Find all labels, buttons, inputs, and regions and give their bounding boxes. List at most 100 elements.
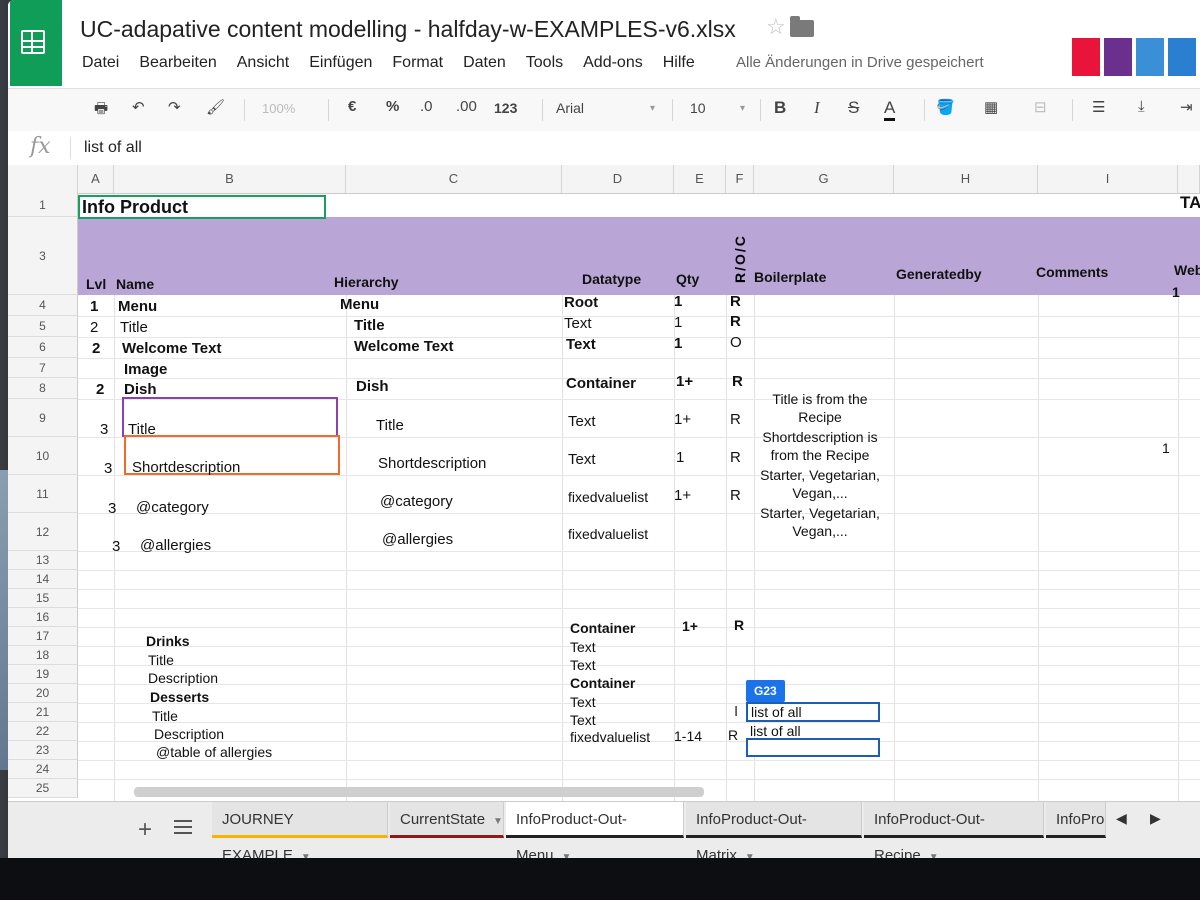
header-web[interactable]: Web — [1174, 262, 1200, 278]
column-header-i[interactable]: I — [1038, 165, 1178, 193]
cell-d19[interactable]: Container — [570, 675, 635, 691]
cell-g22[interactable]: list of all — [750, 723, 801, 739]
cell-d22[interactable]: fixedvaluelist — [570, 729, 650, 745]
cell-j4[interactable]: 1 — [1172, 284, 1180, 300]
cell-f6[interactable]: O — [730, 334, 742, 351]
cell-a8[interactable]: 2 — [96, 381, 104, 398]
row-header-20[interactable]: 20 — [8, 684, 78, 703]
row-header-22[interactable]: 22 — [8, 722, 78, 741]
undo-icon[interactable]: ↶ — [132, 98, 145, 116]
cell-a4[interactable]: 1 — [90, 298, 98, 315]
cell-d20[interactable]: Text — [570, 694, 596, 710]
row-header-1[interactable]: 1 — [8, 193, 78, 217]
borders-icon[interactable]: ▦ — [984, 98, 998, 116]
column-header-g[interactable]: G — [754, 165, 894, 193]
merge-cells-icon[interactable]: ⊟ — [1034, 98, 1047, 116]
scroll-tabs-right-icon[interactable]: ▶ — [1150, 810, 1161, 827]
cell-b10[interactable]: Shortdescription — [132, 459, 240, 476]
cell-d8[interactable]: Container — [566, 375, 636, 392]
menu-tools[interactable]: Tools — [526, 54, 563, 72]
sheet-tab-infoproduct-out-recipe[interactable]: InfoProduct-Out-Recipe ▼ — [864, 802, 1044, 858]
strikethrough-button[interactable]: S — [848, 98, 859, 118]
row-header-11[interactable]: 11 — [8, 475, 78, 513]
cell-c11[interactable]: @category — [380, 493, 453, 510]
cell-e8[interactable]: 1+ — [676, 373, 693, 390]
row-header-4[interactable]: 4 — [8, 295, 78, 316]
column-header-h[interactable]: H — [894, 165, 1038, 193]
cell-d5[interactable]: Text — [564, 315, 592, 332]
cell-a6[interactable]: 2 — [92, 340, 100, 357]
row-header-17[interactable]: 17 — [8, 627, 78, 646]
cell-j10[interactable]: 1 — [1162, 440, 1170, 456]
column-header-a[interactable]: A — [78, 165, 114, 193]
header-comments[interactable]: Comments — [1036, 264, 1108, 280]
paint-format-icon[interactable]: 🖌 — [206, 98, 225, 116]
header-lvl[interactable]: Lvl — [86, 276, 106, 292]
add-sheet-icon[interactable]: + — [138, 816, 152, 844]
cell-b5[interactable]: Title — [120, 319, 148, 336]
cell-b8[interactable]: Dish — [124, 381, 157, 398]
cell-e5[interactable]: 1 — [674, 314, 682, 331]
menu-addons[interactable]: Add-ons — [583, 54, 643, 72]
header-boilerplate[interactable]: Boilerplate — [754, 269, 826, 285]
cell-e11[interactable]: 1+ — [674, 487, 691, 504]
header-name[interactable]: Name — [116, 276, 154, 292]
cell-f9[interactable]: R — [730, 411, 741, 428]
header-datatype[interactable]: Datatype — [582, 271, 641, 287]
all-sheets-icon[interactable] — [174, 820, 192, 834]
cell-c6[interactable]: Welcome Text — [354, 338, 453, 355]
number-format-select[interactable]: 123 — [494, 100, 517, 116]
cell-c8[interactable]: Dish — [356, 378, 389, 395]
menu-format[interactable]: Format — [392, 54, 443, 72]
cell-d4[interactable]: Root — [564, 294, 598, 311]
cell-d11[interactable]: fixedvaluelist — [568, 489, 648, 505]
scroll-tabs-left-icon[interactable]: ◀ — [1116, 810, 1127, 827]
cell-f8[interactable]: R — [732, 373, 743, 390]
row-header-25[interactable]: 25 — [8, 779, 78, 798]
decrease-decimals-button[interactable]: .0 — [420, 98, 433, 115]
cell-a12[interactable]: 3 — [112, 538, 120, 555]
cell-f16[interactable]: R — [734, 617, 744, 633]
document-title[interactable]: UC-adapative content modelling - halfday… — [80, 16, 736, 43]
title-cell[interactable]: Info Product — [82, 197, 188, 218]
cell-b12[interactable]: @allergies — [140, 537, 211, 554]
formula-input[interactable]: list of all — [84, 139, 142, 157]
menu-view[interactable]: Ansicht — [237, 54, 289, 72]
bold-button[interactable]: B — [774, 98, 786, 118]
cell-f5[interactable]: R — [730, 313, 741, 330]
row-header-7[interactable]: 7 — [8, 358, 78, 378]
header-roc[interactable]: R/O/C — [732, 234, 748, 283]
cell-e10[interactable]: 1 — [676, 449, 684, 466]
row-header-16[interactable]: 16 — [8, 608, 78, 627]
sheet-tab-currentstate[interactable]: CurrentState ▼ — [390, 802, 504, 838]
text-color-button[interactable]: A — [884, 98, 896, 121]
cell-c5[interactable]: Title — [354, 317, 385, 334]
row-header-13[interactable]: 13 — [8, 551, 78, 570]
text-wrap-icon[interactable]: ⇥ — [1180, 98, 1193, 116]
cell-e9[interactable]: 1+ — [674, 411, 691, 428]
cell-b20[interactable]: Desserts — [150, 689, 209, 705]
cell-b18[interactable]: Title — [148, 652, 174, 668]
cell-b23[interactable]: @table of allergies — [156, 744, 272, 760]
cell-b7[interactable]: Image — [124, 361, 167, 378]
header-generatedby[interactable]: Generatedby — [896, 266, 982, 282]
cell-c9[interactable]: Title — [376, 417, 404, 434]
cell-c4[interactable]: Menu — [340, 296, 379, 313]
column-header-c[interactable]: C — [346, 165, 562, 193]
cell-b21[interactable]: Title — [152, 708, 178, 724]
star-icon[interactable]: ☆ — [766, 14, 786, 40]
redo-icon[interactable]: ↷ — [168, 98, 181, 116]
cell-a9[interactable]: 3 — [100, 421, 108, 438]
header-qty[interactable]: Qty — [676, 271, 699, 287]
folder-icon[interactable] — [790, 16, 814, 37]
save-status[interactable]: Alle Änderungen in Drive gespeichert — [736, 54, 984, 71]
fill-color-icon[interactable]: 🪣 — [936, 98, 955, 116]
font-select[interactable]: Arial — [556, 100, 584, 116]
cell-a11[interactable]: 3 — [108, 500, 116, 517]
font-size-select[interactable]: 10 — [690, 100, 706, 116]
row-header-3[interactable]: 3 — [8, 217, 78, 295]
cell-b6[interactable]: Welcome Text — [122, 340, 221, 357]
menu-file[interactable]: Datei — [82, 54, 119, 72]
menu-edit[interactable]: Bearbeiten — [139, 54, 216, 72]
cell-f10[interactable]: R — [730, 449, 741, 466]
